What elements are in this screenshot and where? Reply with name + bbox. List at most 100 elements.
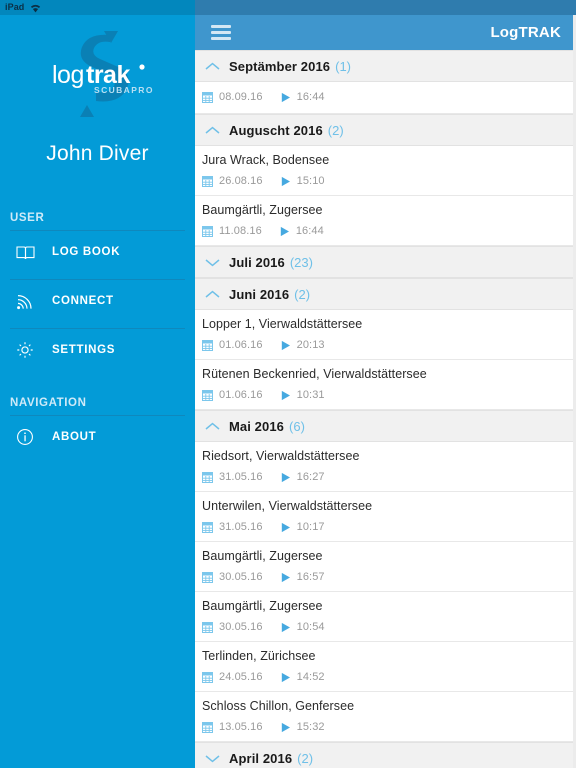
logbook-section-title: Juni 2016 <box>229 286 290 302</box>
sidebar-item-about[interactable]: ABOUT <box>0 416 195 458</box>
dive-time: 15:10 <box>296 174 325 187</box>
dive-date: 01.06.16 <box>219 338 263 351</box>
dive-time: 10:31 <box>296 388 325 401</box>
play-icon <box>281 92 290 103</box>
dive-meta: 01.06.16 20:13 <box>202 338 576 351</box>
dive-log-row[interactable]: Lopper 1, Vierwaldstättersee 01.06.16 20:1… <box>195 310 576 360</box>
logbook-section-title: Juli 2016 <box>229 254 285 270</box>
dive-log-row[interactable]: Unterwilen, Vierwaldstättersee 31.05.16 10… <box>195 492 576 542</box>
dive-site-title: Jura Wrack, Bodensee <box>202 153 330 168</box>
logbook-section-title: Auguscht 2016 <box>229 122 323 138</box>
logbook-section-header[interactable]: Mai 2016 (6) <box>195 410 576 442</box>
logbook-section-count: (2) <box>297 750 314 766</box>
chevron-down-icon <box>195 258 229 267</box>
logtrak-wordmark: log trak SCUBAPRO <box>52 61 152 95</box>
user-name: John Diver <box>46 142 149 165</box>
calendar-icon <box>202 671 213 683</box>
hamburger-icon[interactable] <box>211 25 231 40</box>
logbook-section-header[interactable]: Septämber 2016 (1) <box>195 50 576 82</box>
dive-time: 16:44 <box>295 224 324 237</box>
play-icon <box>281 340 290 350</box>
dive-log-row[interactable]: Riedsort, Vierwaldstättersee 31.05.16 16:2… <box>195 442 576 492</box>
logbook-section-count: (1) <box>335 58 352 74</box>
chevron-down-icon <box>195 754 229 763</box>
dive-site-title: Baumgärtli, Zugersee <box>202 549 323 564</box>
sidebar-item-label: LOG BOOK <box>52 246 121 258</box>
status-bar: iPad <box>0 0 195 15</box>
calendar-icon <box>202 721 213 733</box>
dive-time: 10:54 <box>296 620 325 633</box>
dive-log-row[interactable]: Rütenen Beckenried, Vierwaldstättersee 01… <box>195 360 576 410</box>
dive-date: 01.06.16 <box>219 388 263 401</box>
play-icon <box>281 522 290 532</box>
dive-log-row[interactable]: Schloss Chillon, Genfersee 13.05.16 15:32 <box>195 692 576 742</box>
play-icon <box>281 672 290 682</box>
dive-time: 20:13 <box>296 338 325 351</box>
status-bar-device-label: iPad <box>5 2 25 12</box>
wifi-icon <box>31 4 41 12</box>
chevron-up-icon <box>195 422 229 431</box>
main-panel: LogTRAK Septämber 2016 (1) 08.09.16 16:44 Au… <box>195 0 576 768</box>
sidebar-item-settings[interactable]: SETTINGS <box>0 329 195 371</box>
dive-log-row[interactable]: Terlinden, Zürichsee 24.05.16 14:52 <box>195 642 576 692</box>
dive-time: 10:17 <box>296 520 325 533</box>
sidebar-item-connect[interactable]: CONNECT <box>0 280 195 322</box>
logbook-section-header[interactable]: Juni 2016 (2) <box>195 278 576 310</box>
dive-date: 13.05.16 <box>219 720 263 733</box>
chevron-up-icon <box>195 62 229 71</box>
play-icon <box>281 176 290 186</box>
dive-date: 11.08.16 <box>219 224 262 237</box>
logbook-list[interactable]: Septämber 2016 (1) 08.09.16 16:44 Auguscht 2… <box>195 50 576 768</box>
dive-site-title: Riedsort, Vierwaldstättersee <box>202 449 360 464</box>
dive-time: 15:32 <box>296 720 325 733</box>
dive-log-row[interactable]: 08.09.16 16:44 <box>195 82 576 114</box>
calendar-icon <box>202 571 213 583</box>
play-icon <box>281 390 290 400</box>
dive-site-title: Baumgärtli, Zugersee <box>202 203 323 218</box>
sidebar-item-log-book[interactable]: LOG BOOK <box>0 231 195 273</box>
play-icon <box>281 722 290 732</box>
dive-log-row[interactable]: Baumgärtli, Zugersee 30.05.16 16:57 <box>195 542 576 592</box>
sidebar: iPad log trak SCUBAPRO John Diver USER L… <box>0 0 195 768</box>
chevron-up-icon <box>195 290 229 299</box>
chevron-up-icon <box>195 126 229 135</box>
logbook-section-header[interactable]: Auguscht 2016 (2) <box>195 114 576 146</box>
dive-date: 08.09.16 <box>219 91 263 103</box>
dive-date: 31.05.16 <box>219 470 263 483</box>
page-title: LogTRAK <box>490 24 561 41</box>
play-icon <box>281 472 290 482</box>
main-status-bar-spacer <box>195 0 576 15</box>
logbook-section-count: (23) <box>289 254 313 270</box>
book-icon <box>16 245 46 260</box>
dive-site-title: Lopper 1, Vierwaldstättersee <box>202 317 363 332</box>
sidebar-item-label: SETTINGS <box>52 344 116 356</box>
dive-time: 16:57 <box>296 570 325 583</box>
dive-meta: 31.05.16 10:17 <box>202 520 576 533</box>
dive-site-title: Unterwilen, Vierwaldstättersee <box>202 499 373 514</box>
sidebar-section-user-label: USER <box>10 212 45 224</box>
dive-site-title: Schloss Chillon, Genfersee <box>202 699 355 714</box>
calendar-icon <box>202 521 213 533</box>
dive-meta: 24.05.16 14:52 <box>202 670 576 683</box>
dive-log-row[interactable]: Baumgärtli, Zugersee 11.08.16 16:44 <box>195 196 576 246</box>
dive-log-row[interactable]: Jura Wrack, Bodensee 26.08.16 15:10 <box>195 146 576 196</box>
logbook-section-title: April 2016 <box>229 750 293 766</box>
dive-site-title: Rütenen Beckenried, Vierwaldstättersee <box>202 367 427 382</box>
logbook-section-title: Mai 2016 <box>229 418 285 434</box>
dive-meta: 13.05.16 15:32 <box>202 720 576 733</box>
app-header: LogTRAK <box>195 15 576 50</box>
logbook-section-title: Septämber 2016 <box>229 58 331 74</box>
calendar-icon <box>202 471 213 483</box>
logbook-section-header[interactable]: April 2016 (2) <box>195 742 576 768</box>
logbook-section-count: (6) <box>289 418 305 434</box>
calendar-icon <box>202 339 213 351</box>
dive-meta: 30.05.16 16:57 <box>202 570 576 583</box>
dive-meta: 08.09.16 16:44 <box>202 92 576 103</box>
logbook-section-header[interactable]: Juli 2016 (23) <box>195 246 576 278</box>
sidebar-item-label: CONNECT <box>52 295 114 307</box>
dive-log-row[interactable]: Baumgärtli, Zugersee 30.05.16 10:54 <box>195 592 576 642</box>
logbook-section-count: (2) <box>327 122 344 138</box>
logo-text-light: log <box>52 61 84 89</box>
dive-time: 16:27 <box>296 470 325 483</box>
dive-time: 14:52 <box>296 670 325 683</box>
